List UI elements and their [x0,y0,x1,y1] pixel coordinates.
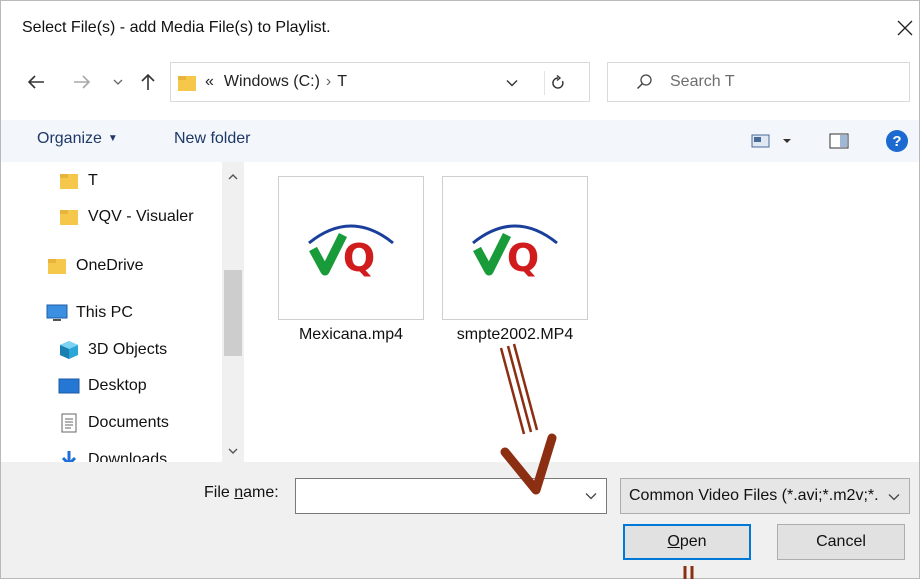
chevron-down-icon [585,493,597,500]
open-button[interactable]: Open [623,524,751,560]
sidebar-item-label: OneDrive [76,257,144,274]
view-icon [751,134,791,148]
sidebar-item-label: Desktop [88,377,147,394]
file-name-label: Mexicana.mp4 [298,326,404,343]
back-button[interactable] [24,70,48,94]
address-bar[interactable]: « Windows (C:) › T [170,62,590,102]
bottom-bar: File name: Common Video Files (*.avi;*.m… [0,462,920,579]
dialog-title: Select File(s) - add Media File(s) to Pl… [22,19,331,36]
arrow-left-icon [27,75,44,89]
command-bar: Organize ▼ New folder ? [0,120,920,162]
navigation-pane: T VQV - Visualer OneDrive This PC 3D Obj… [0,162,248,462]
folder-icon [58,170,80,192]
forward-button[interactable] [70,70,94,94]
sidebar-item-label: VQV - Visualer [88,208,194,225]
file-name-dropdown-button[interactable] [582,487,600,505]
arrow-up-icon [141,73,155,90]
scroll-up-button[interactable] [222,168,244,186]
recent-locations-button[interactable] [106,70,130,94]
vq-logo-icon: Q [472,224,558,280]
sidebar-item-label: This PC [76,304,133,321]
file-open-dialog: Select File(s) - add Media File(s) to Pl… [0,0,920,579]
refresh-button[interactable] [544,71,570,95]
sidebar-item-label: Downloads [88,451,168,462]
document-icon [58,412,80,434]
svg-text:?: ? [892,133,901,150]
search-box[interactable]: Search T [607,62,910,102]
search-placeholder: Search T [670,73,735,90]
file-name-label: smpte2002.MP4 [456,326,574,343]
chevron-down-icon [506,80,518,87]
help-icon: ? [886,130,908,152]
preview-pane-button[interactable] [829,132,849,154]
preview-pane-icon [829,133,849,149]
up-button[interactable] [136,70,160,94]
navigation-scrollbar[interactable] [222,162,244,462]
breadcrumb-separator[interactable]: › [326,73,331,90]
file-list: Q Mexicana.mp4 Q smpte2002.MP4 [248,162,920,462]
folder-icon [177,73,197,97]
caret-down-icon: ▼ [107,133,118,144]
file-item-smpte2002[interactable]: Q smpte2002.MP4 [442,176,588,356]
breadcrumb-folder[interactable]: T [337,73,347,90]
organize-label: Organize [37,130,102,147]
scroll-thumb[interactable] [224,270,242,356]
sidebar-item-downloads[interactable]: Downloads [58,445,167,462]
chevron-up-icon [228,174,238,180]
breadcrumb-drive[interactable]: Windows (C:) [224,73,320,90]
file-type-value: Common Video Files (*.avi;*.m2v;*.mp4) [629,487,879,504]
computer-icon [46,302,68,324]
file-item-mexicana[interactable]: Q Mexicana.mp4 [278,176,424,356]
address-dropdown-button[interactable] [501,72,523,94]
organize-menu-button[interactable]: Organize ▼ [37,130,118,148]
svg-text:Q: Q [343,236,375,280]
folder-icon [58,206,80,228]
chevron-down-icon [113,79,123,85]
sidebar-item-label: Documents [88,414,169,431]
refresh-icon [551,75,564,89]
file-type-dropdown-button[interactable] [885,488,903,506]
desktop-icon [58,375,80,397]
navigation-row: « Windows (C:) › T Search T [0,56,920,108]
sidebar-item-3d-objects[interactable]: 3D Objects [58,335,167,365]
view-options-button[interactable] [751,133,795,153]
sidebar-item-vqv-visualer[interactable]: VQV - Visualer [58,202,194,232]
download-icon [58,449,80,462]
file-name-combobox[interactable] [295,478,607,514]
chevron-down-icon [228,448,238,454]
video-thumbnail: Q [278,176,424,320]
cancel-button[interactable]: Cancel [777,524,905,560]
chevron-down-icon [888,494,900,501]
breadcrumb-overflow[interactable]: « [205,73,214,90]
search-icon [636,73,654,95]
breadcrumb: « Windows (C:) › T [205,73,347,91]
file-name-label: File name: [204,484,279,501]
scroll-down-button[interactable] [222,442,244,460]
sidebar-item-this-pc[interactable]: This PC [46,298,133,328]
new-folder-button[interactable]: New folder [174,130,250,148]
sidebar-item-desktop[interactable]: Desktop [58,371,147,401]
svg-text:Q: Q [507,236,539,280]
arrow-right-icon [74,75,91,89]
sidebar-item-label: T [88,172,98,189]
video-thumbnail: Q [442,176,588,320]
help-button[interactable]: ? [885,129,909,157]
sidebar-item-onedrive[interactable]: OneDrive [46,251,144,281]
title-bar: Select File(s) - add Media File(s) to Pl… [0,0,920,56]
close-icon [897,20,913,36]
file-type-select[interactable]: Common Video Files (*.avi;*.m2v;*.mp4) [620,478,910,514]
sidebar-item-documents[interactable]: Documents [58,408,169,438]
cube-icon [58,339,80,361]
vq-logo-icon: Q [308,224,394,280]
folder-icon [46,255,68,277]
sidebar-item-label: 3D Objects [88,341,168,358]
file-name-input[interactable] [296,479,576,513]
sidebar-item-t[interactable]: T [58,166,98,196]
close-button[interactable] [890,10,920,46]
